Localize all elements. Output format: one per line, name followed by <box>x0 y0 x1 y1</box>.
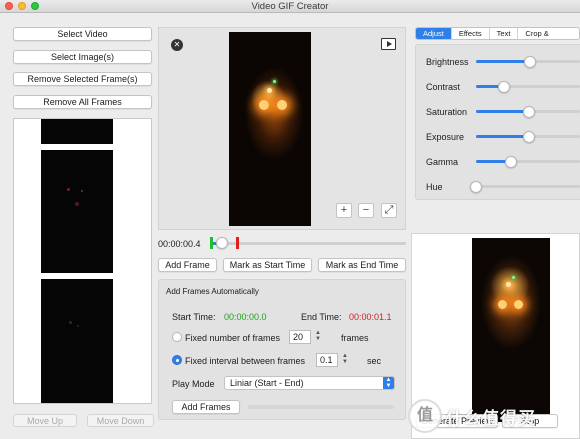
light-speck <box>77 325 79 327</box>
start-time-label: Start Time: <box>172 312 216 322</box>
frame-thumbnail[interactable] <box>41 119 113 144</box>
close-circle-icon[interactable]: ✕ <box>171 39 183 51</box>
hue-label: Hue <box>426 182 443 192</box>
frame-thumbnail[interactable] <box>41 279 113 403</box>
window-title: Video GIF Creator <box>251 1 329 12</box>
fixed-interval-radio[interactable] <box>172 355 182 365</box>
saturation-label: Saturation <box>426 107 468 117</box>
gamma-label: Gamma <box>426 157 459 167</box>
adjust-slider-knob[interactable] <box>524 56 536 68</box>
timeline-knob[interactable] <box>216 237 228 249</box>
select-images-button[interactable]: Select Image(s) <box>13 50 152 64</box>
fit-screen-icon[interactable]: ⤢ <box>381 203 397 218</box>
auto-progress-bar <box>248 405 394 409</box>
adjust-slider-knob[interactable] <box>523 131 535 143</box>
frames-count-field[interactable]: 20 <box>289 330 311 344</box>
adjust-slider-knob[interactable] <box>523 106 535 118</box>
remove-selected-frames-button[interactable]: Remove Selected Frame(s) <box>13 72 152 86</box>
zoom-out-button[interactable]: − <box>358 203 374 218</box>
fixed-interval-label: Fixed interval between frames <box>185 356 306 366</box>
video-frame <box>229 32 311 226</box>
add-frame-button[interactable]: Add Frame <box>158 258 217 272</box>
select-video-button[interactable]: Select Video <box>13 27 152 41</box>
tab-adjust[interactable]: Adjust <box>416 28 452 39</box>
current-time: 00:00:00.4 <box>158 239 201 249</box>
auto-frames-panel: Add Frames Automatically Start Time: 00:… <box>158 279 406 420</box>
add-frames-button[interactable]: Add Frames <box>172 400 240 414</box>
interval-field[interactable]: 0.1 <box>316 353 338 367</box>
end-marker[interactable] <box>236 237 239 249</box>
remove-all-frames-button[interactable]: Remove All Frames <box>13 95 152 109</box>
light-speck <box>81 190 83 192</box>
adjust-slider-track[interactable] <box>476 185 580 188</box>
frames-list[interactable] <box>13 118 152 404</box>
end-time-label: End Time: <box>301 312 342 322</box>
headlight <box>514 300 523 309</box>
frames-unit: frames <box>341 333 369 343</box>
play-mode-value: Liniar (Start - End) <box>230 378 304 388</box>
start-time-value: 00:00:00.0 <box>224 312 267 322</box>
move-up-button[interactable]: Move Up <box>13 414 77 427</box>
title-bar: Video GIF Creator <box>0 0 580 13</box>
watermark-badge: 值 <box>408 399 442 433</box>
adjust-slider-knob[interactable] <box>505 156 517 168</box>
tab-crop-resize[interactable]: Crop & Resize <box>518 28 579 39</box>
headlight <box>277 100 287 110</box>
preview-frame <box>472 238 550 422</box>
light-speck <box>69 321 72 324</box>
video-player[interactable]: ✕ + − ⤢ <box>158 27 406 230</box>
adjust-slider-fill <box>476 135 529 138</box>
section-heading: Add Frames Automatically <box>166 287 259 296</box>
headlight <box>506 282 511 287</box>
zoom-in-button[interactable]: + <box>336 203 352 218</box>
headlight <box>267 88 272 93</box>
watermark: 值 什么值得买 <box>404 397 580 435</box>
light-speck <box>67 188 70 191</box>
timeline-track[interactable] <box>210 242 406 245</box>
adjust-slider-fill <box>476 60 530 63</box>
adjust-slider-knob[interactable] <box>498 81 510 93</box>
tab-text[interactable]: Text <box>490 28 519 39</box>
watermark-text: 什么值得买 <box>446 409 536 428</box>
brightness-label: Brightness <box>426 57 469 67</box>
adjust-slider-fill <box>476 110 529 113</box>
signal-light <box>512 276 515 279</box>
signal-light <box>273 80 276 83</box>
adjust-slider-knob[interactable] <box>470 181 482 193</box>
settings-tabs: Adjust Effects Text Crop & Resize <box>415 27 580 40</box>
headlight <box>498 300 507 309</box>
play-mode-select[interactable]: Liniar (Start - End) ▲ ▼ <box>224 376 395 390</box>
play-mode-label: Play Mode <box>172 379 215 389</box>
headlight <box>259 100 269 110</box>
fixed-number-radio[interactable] <box>172 332 182 342</box>
chevron-updown-icon: ▲ ▼ <box>383 377 394 389</box>
interval-stepper[interactable]: ▲ ▼ <box>341 353 349 367</box>
end-time-value: 00:00:01.1 <box>349 312 392 322</box>
play-icon[interactable] <box>381 38 396 50</box>
start-marker[interactable] <box>210 237 213 249</box>
light-speck <box>75 202 79 206</box>
mark-start-button[interactable]: Mark as Start Time <box>223 258 312 272</box>
contrast-label: Contrast <box>426 82 461 92</box>
exposure-label: Exposure <box>426 132 465 142</box>
adjust-panel: Brightness Contrast Saturation Exposure … <box>415 44 580 200</box>
frames-count-stepper[interactable]: ▲ ▼ <box>314 330 322 344</box>
fixed-number-label: Fixed number of frames <box>185 333 281 343</box>
tab-effects[interactable]: Effects <box>452 28 490 39</box>
mark-end-button[interactable]: Mark as End Time <box>318 258 406 272</box>
frame-thumbnail[interactable] <box>41 150 113 273</box>
move-down-button[interactable]: Move Down <box>87 414 154 427</box>
sec-unit: sec <box>367 356 382 366</box>
